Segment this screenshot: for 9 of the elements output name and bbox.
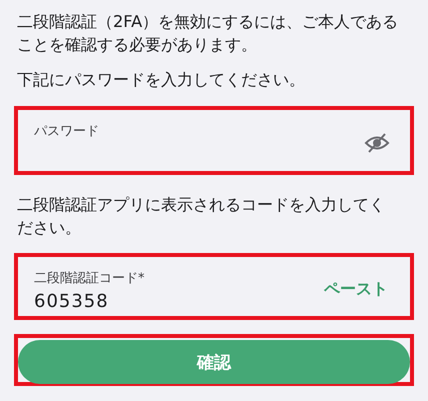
code-label: 二段階認証コード* <box>34 270 144 287</box>
code-value: 605358 <box>34 291 109 312</box>
password-label: パスワード <box>34 123 99 140</box>
password-field[interactable]: パスワード <box>14 106 414 175</box>
hide-password-icon[interactable] <box>364 132 390 154</box>
intro-text: 二段階認証（2FA）を無効にするには、ご本人であることを確認する必要があります。 <box>16 11 400 56</box>
code-prompt: 二段階認証アプリに表示されるコードを入力してください。 <box>16 194 386 239</box>
password-prompt: 下記にパスワードを入力してください。 <box>16 69 306 91</box>
code-field[interactable]: 二段階認証コード* 605358 ペースト <box>14 253 414 320</box>
